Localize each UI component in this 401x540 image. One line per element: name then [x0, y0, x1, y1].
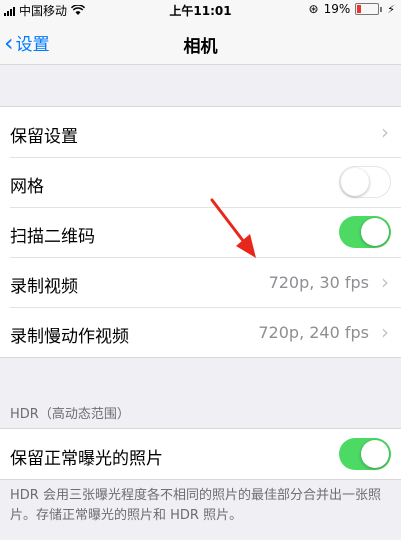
- record-slomo-value: 720p, 240 fps: [258, 323, 369, 342]
- keep-normal-photo-label: 保留正常曝光的照片: [10, 449, 163, 469]
- toggle-knob: [361, 440, 389, 468]
- battery-cap: [380, 6, 383, 12]
- navigation-bar: ‹ 设置 相机: [0, 20, 401, 65]
- location-icon: ⊛: [308, 2, 319, 16]
- grid-label: 网格: [10, 177, 44, 197]
- hdr-footer-text: HDR 会用三张曝光程度各不相同的照片的最佳部分合并出一张照片。存储正常曝光的照…: [10, 488, 381, 523]
- preserve-settings-label: 保留设置: [10, 127, 78, 147]
- hdr-group: 保留正常曝光的照片: [0, 428, 401, 480]
- record-video-value: 720p, 30 fps: [268, 273, 369, 292]
- chevron-right-icon: ›: [381, 270, 389, 294]
- toggle-knob: [361, 218, 389, 246]
- scan-qr-label: 扫描二维码: [10, 227, 95, 247]
- scan-qr-row: 扫描二维码: [0, 207, 401, 257]
- grid-toggle[interactable]: [339, 166, 391, 198]
- record-slomo-label: 录制慢动作视频: [10, 327, 129, 347]
- record-video-row[interactable]: 录制视频 720p, 30 fps ›: [0, 257, 401, 307]
- annotation-arrow-icon: [210, 198, 256, 258]
- scan-qr-toggle[interactable]: [339, 216, 391, 248]
- preserve-settings-row[interactable]: 保留设置 ›: [0, 107, 401, 157]
- chevron-right-icon: ›: [381, 120, 389, 144]
- battery-percent: 19%: [323, 2, 351, 16]
- status-bar: 中国移动 上午11:01 ⊛ 19% ⚡: [0, 0, 401, 20]
- keep-normal-photo-toggle[interactable]: [339, 438, 391, 470]
- page-title: 相机: [183, 37, 218, 57]
- status-right: ⊛ 19% ⚡: [309, 2, 395, 16]
- record-slomo-row[interactable]: 录制慢动作视频 720p, 240 fps ›: [0, 307, 401, 357]
- grid-row: 网格: [0, 157, 401, 207]
- chevron-right-icon: ›: [381, 320, 389, 344]
- camera-settings-group: 保留设置 › 网格 扫描二维码 录制视频 720p, 30 fps › 录制慢动…: [0, 106, 401, 358]
- battery-icon: [355, 3, 380, 15]
- charging-icon: ⚡: [387, 2, 395, 16]
- record-video-label: 录制视频: [10, 277, 78, 297]
- toggle-knob: [341, 168, 369, 196]
- hdr-section-header: HDR（高动态范围）: [10, 407, 130, 422]
- keep-normal-photo-row: 保留正常曝光的照片: [0, 429, 401, 479]
